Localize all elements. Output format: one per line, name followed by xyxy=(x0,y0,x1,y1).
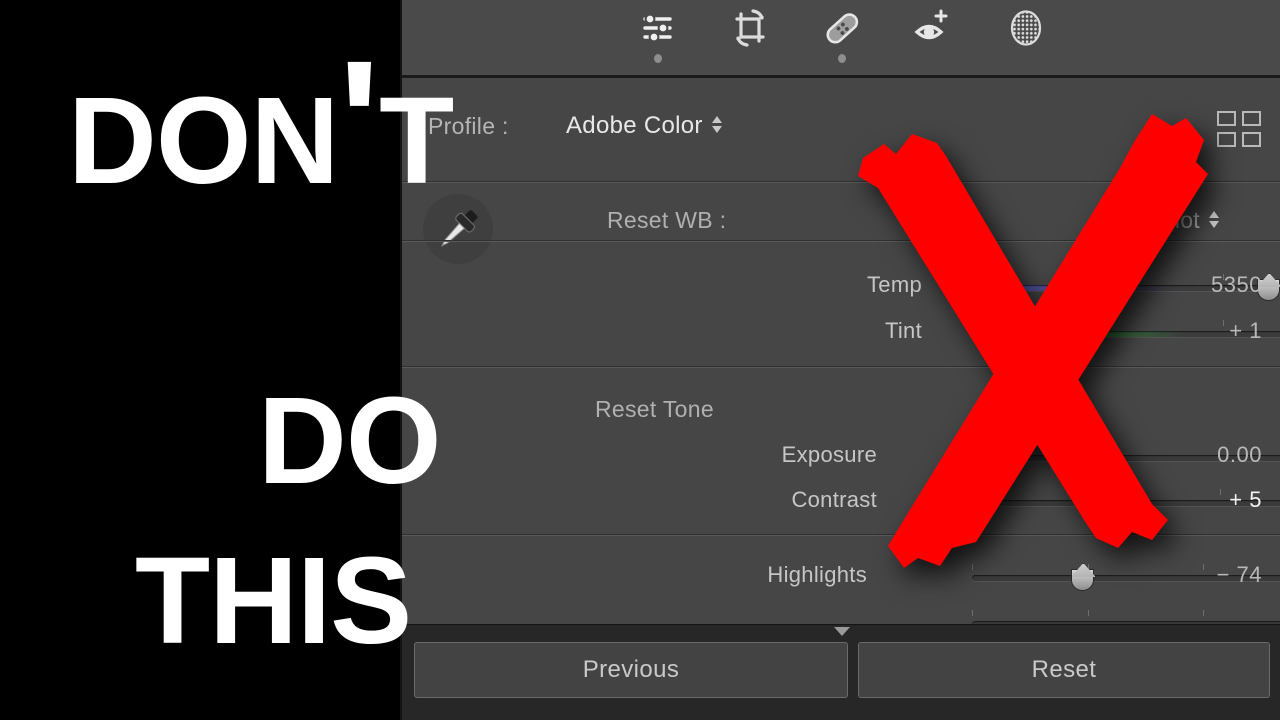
reset-tone-label[interactable]: Reset Tone xyxy=(595,396,714,423)
contrast-label: Contrast xyxy=(791,487,877,512)
wb-preset-dropdown[interactable]: As Shot xyxy=(1117,207,1220,234)
chevron-updown-icon[interactable] xyxy=(1209,211,1220,229)
highlights-slider-handle[interactable] xyxy=(1070,569,1094,591)
tone-section: Reset Tone Exposure 0.00 Contrast + 5 xyxy=(402,366,1280,546)
slider-row-tint: Tint + 1 xyxy=(402,318,1280,350)
develop-panel: Profile : Adobe Color Reset WB : As Shot… xyxy=(400,0,1280,720)
radial-gradient-icon[interactable] xyxy=(1003,6,1049,64)
exposure-label: Exposure xyxy=(781,442,877,467)
divider xyxy=(402,240,1280,241)
white-balance-section: Reset WB : As Shot Temp 5350 Tint + 1 xyxy=(402,182,1280,367)
overlay-line-1: Don't xyxy=(68,25,454,221)
profile-row: Profile : Adobe Color xyxy=(402,81,1280,182)
reset-wb-label[interactable]: Reset WB : xyxy=(607,207,726,234)
healing-brush-icon[interactable] xyxy=(819,6,865,64)
lower-sliders-section: Highlights − 74 xyxy=(402,546,1280,627)
reset-button[interactable]: Reset xyxy=(858,642,1270,698)
overlay-line-2: Do xyxy=(258,325,441,521)
slider-row-contrast: Contrast + 5 xyxy=(402,487,1280,519)
grid-2x2-icon[interactable] xyxy=(1217,111,1263,151)
highlights-value[interactable]: − 74 xyxy=(1142,562,1262,588)
tint-label: Tint xyxy=(884,318,922,343)
basic-adjustments-icon[interactable] xyxy=(635,6,681,64)
divider xyxy=(402,534,1280,535)
wb-preset-value: As Shot xyxy=(1117,207,1200,233)
crop-rotate-icon[interactable] xyxy=(727,6,773,64)
overlay-title-block: Don't Do This xyxy=(0,0,454,720)
slider-row-temp: Temp 5350 xyxy=(402,272,1280,304)
tool-strip xyxy=(402,0,1280,78)
chevron-down-icon[interactable] xyxy=(834,627,850,636)
overlay-line-3: This xyxy=(135,485,412,681)
tool-active-dot xyxy=(838,54,846,63)
tool-active-dot xyxy=(654,54,662,63)
previous-button[interactable]: Previous xyxy=(414,642,848,698)
contrast-value[interactable]: + 5 xyxy=(1142,487,1262,513)
temp-label: Temp xyxy=(867,272,922,297)
screenshot-root: Profile : Adobe Color Reset WB : As Shot… xyxy=(0,0,1280,720)
slider-row-exposure: Exposure 0.00 xyxy=(402,442,1280,474)
slider-row-highlights: Highlights − 74 xyxy=(402,562,1280,594)
chevron-updown-icon[interactable] xyxy=(711,116,723,134)
bottom-button-bar: Previous Reset xyxy=(402,624,1280,720)
red-eye-icon[interactable] xyxy=(911,6,957,64)
highlights-label: Highlights xyxy=(767,562,867,587)
temp-value[interactable]: 5350 xyxy=(1142,272,1262,298)
profile-value-text: Adobe Color xyxy=(566,112,703,139)
exposure-value[interactable]: 0.00 xyxy=(1142,442,1262,468)
tint-value[interactable]: + 1 xyxy=(1142,318,1262,344)
profile-dropdown[interactable]: Adobe Color xyxy=(566,112,723,140)
